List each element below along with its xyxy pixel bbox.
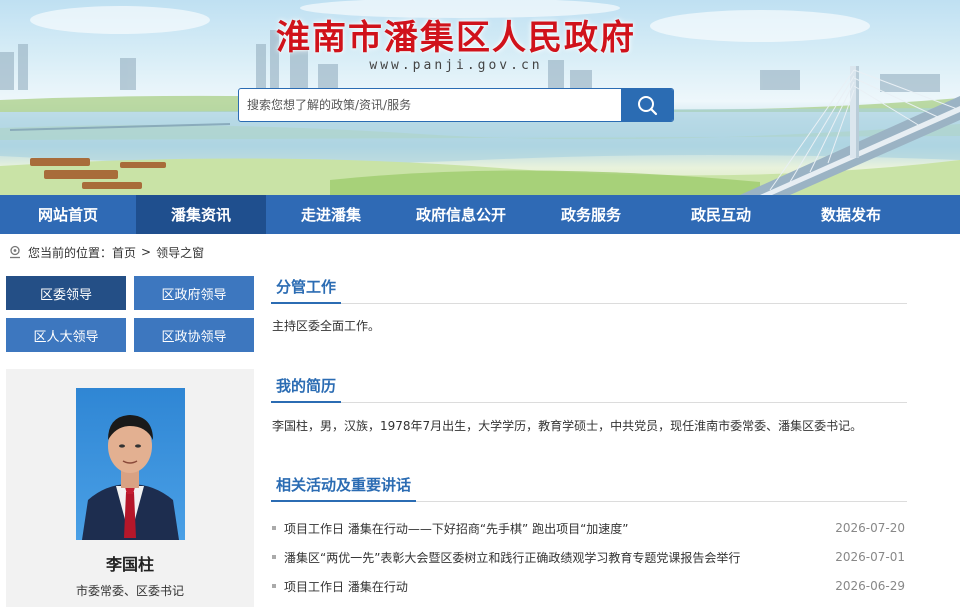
news-date: 2026-07-01 [835, 550, 905, 564]
section-duties-header: 分管工作 [271, 272, 907, 304]
bullet-icon [272, 555, 276, 559]
leader-profile-card: 李国柱 市委常委、区委书记 [6, 369, 254, 607]
section-duties-heading: 分管工作 [271, 272, 342, 304]
location-pin-icon [10, 245, 20, 259]
tab-district-npc-leaders[interactable]: 区人大领导 [6, 318, 126, 352]
leader-title: 市委常委、区委书记 [75, 584, 184, 598]
news-title[interactable]: 项目工作日 潘集在行动——下好招商“先手棋” 跑出项目“加速度” [284, 520, 835, 537]
site-title: 淮南市潘集区人民政府 [276, 18, 636, 58]
nav-gov-services[interactable]: 政务服务 [526, 195, 656, 234]
nav-home[interactable]: 网站首页 [0, 195, 136, 234]
breadcrumb-separator: > [141, 245, 152, 259]
header-banner: 淮南市潘集区人民政府 www.panji.gov.cn [0, 0, 960, 195]
nav-data-release[interactable]: 数据发布 [786, 195, 916, 234]
site-url: www.panji.gov.cn [369, 58, 543, 73]
search-icon [638, 96, 658, 116]
section-activities-header: 相关活动及重要讲话 [271, 470, 907, 502]
nav-interaction[interactable]: 政民互动 [656, 195, 786, 234]
section-activities-heading: 相关活动及重要讲话 [271, 470, 417, 502]
breadcrumb-prefix: 您当前的位置： [28, 245, 113, 260]
tab-district-cppcc-leaders[interactable]: 区政协领导 [134, 318, 254, 352]
nav-gov-info[interactable]: 政府信息公开 [396, 195, 526, 234]
duties-text: 主持区委全面工作。 [272, 319, 381, 333]
news-date: 2026-06-29 [835, 579, 905, 593]
breadcrumb: 您当前的位置： 首页 > 领导之窗 [8, 243, 204, 261]
tab-district-party-leaders[interactable]: 区委领导 [6, 276, 126, 310]
breadcrumb-current[interactable]: 领导之窗 [156, 244, 204, 261]
news-title[interactable]: 潘集区“两优一先”表彰大会暨区委树立和践行正确政绩观学习教育专题党课报告会举行 [284, 549, 835, 566]
nav-about-panji[interactable]: 走进潘集 [266, 195, 396, 234]
search-bar [238, 88, 674, 122]
news-date: 2026-07-20 [835, 521, 905, 535]
search-input[interactable] [239, 89, 621, 121]
news-item[interactable]: 项目工作日 潘集在行动 2026-06-29 [272, 577, 905, 595]
tab-district-gov-leaders[interactable]: 区政府领导 [134, 276, 254, 310]
leader-photo [76, 388, 185, 540]
bullet-icon [272, 584, 276, 588]
section-resume-header: 我的简历 [271, 371, 907, 403]
bullet-icon [272, 526, 276, 530]
news-title[interactable]: 项目工作日 潘集在行动 [284, 578, 835, 595]
breadcrumb-home[interactable]: 首页 [112, 244, 136, 261]
section-resume-heading: 我的简历 [271, 371, 342, 403]
resume-text: 李国柱，男，汉族，1978年7月出生，大学学历，教育学硕士，中共党员，现任淮南市… [272, 419, 863, 433]
news-item[interactable]: 潘集区“两优一先”表彰大会暨区委树立和践行正确政绩观学习教育专题党课报告会举行 … [272, 548, 905, 566]
nav-panji-news[interactable]: 潘集资讯 [136, 195, 266, 234]
news-item[interactable]: 项目工作日 潘集在行动——下好招商“先手棋” 跑出项目“加速度” 2026-07… [272, 519, 905, 537]
main-nav: 网站首页 潘集资讯 走进潘集 政府信息公开 政务服务 政民互动 数据发布 [0, 195, 960, 234]
search-button[interactable] [621, 89, 673, 121]
leader-name: 李国柱 [105, 555, 154, 574]
